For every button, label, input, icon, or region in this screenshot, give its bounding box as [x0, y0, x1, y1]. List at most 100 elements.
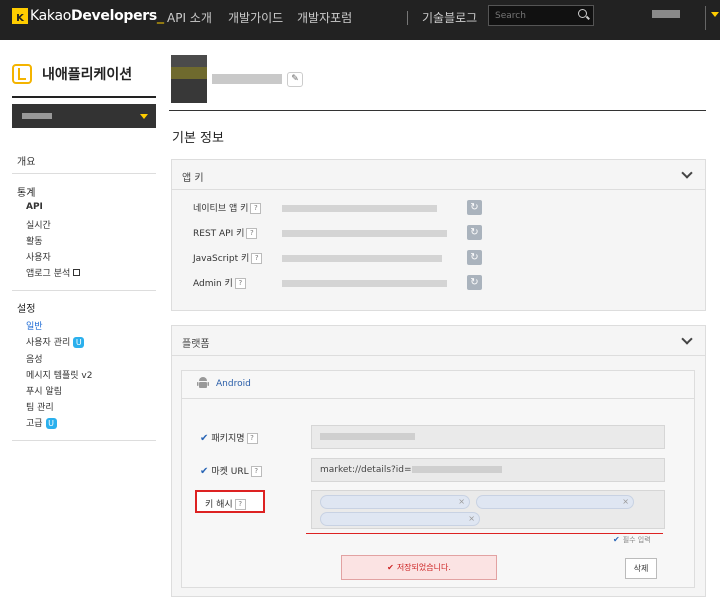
nav-tech-blog[interactable]: 기술블로그 [422, 9, 477, 26]
sidebar-item-user-mgmt-label: 사용자 관리 [26, 338, 71, 348]
top-navigation-bar: K KakaoDevelopers_ API 소개 개발가이드 개발자포럼 기술… [0, 0, 720, 40]
u-badge: U [45, 418, 57, 429]
native-app-key-text: 네이티브 앱 키 [193, 204, 249, 214]
sidebar-item-applog-label: 앱로그 분석 [26, 269, 71, 279]
admin-key-text: Admin 키 [193, 279, 233, 289]
app-selector-dropdown[interactable] [12, 104, 156, 128]
chevron-down-icon [140, 114, 148, 119]
nav-dev-forum[interactable]: 개발자포럼 [297, 9, 352, 26]
help-icon[interactable]: ? [250, 203, 262, 214]
delete-button[interactable]: 삭제 [625, 558, 657, 579]
sidebar-item-overview[interactable]: 개요 [17, 153, 35, 168]
external-link-icon [73, 269, 81, 276]
sidebar-item-advanced-label: 고급 [26, 419, 43, 429]
platform-divider [181, 398, 695, 399]
package-name-redacted [320, 433, 415, 440]
saved-toast: ✔ 저장되었습니다. [341, 555, 497, 580]
help-icon[interactable]: ? [251, 253, 263, 264]
help-icon[interactable]: ? [234, 499, 246, 510]
user-name-redacted[interactable] [652, 10, 680, 18]
javascript-key-text: JavaScript 키 [193, 254, 250, 264]
nav-divider [407, 11, 408, 25]
app-keys-panel-header[interactable]: 앱 키 [172, 160, 705, 190]
market-url-label: ✔ 마켓 URL? [200, 464, 262, 477]
logo-suffix: _ [156, 8, 164, 24]
required-note: ✔ 필수 입력 [613, 535, 651, 545]
rest-api-key-text: REST API 키 [193, 229, 245, 239]
user-divider [705, 6, 706, 30]
nav-api-intro[interactable]: API 소개 [167, 9, 212, 26]
package-name-label: ✔ 패키지명? [200, 431, 258, 444]
sidebar-item-team[interactable]: 팀 관리 [26, 400, 54, 413]
check-icon: ✔ [387, 563, 394, 572]
sidebar-divider [12, 440, 156, 441]
refresh-icon[interactable]: ↻ [467, 275, 482, 290]
check-icon: ✔ [613, 535, 620, 544]
key-hash-tag-input[interactable]: × × × [311, 490, 665, 529]
key-hash-tag[interactable]: × [320, 495, 470, 509]
logo-text-light: Kakao [30, 8, 72, 24]
sidebar-item-api[interactable]: API [26, 202, 43, 212]
nav-dev-guide[interactable]: 개발가이드 [228, 9, 283, 26]
key-hash-label: 키 해시? [195, 490, 265, 513]
admin-key-label: Admin 키? [193, 276, 246, 289]
sidebar-title: 내애플리케이션 [42, 67, 133, 83]
app-keys-panel: 앱 키 네이티브 앱 키? ↻ REST API 키? ↻ JavaScript… [171, 159, 706, 311]
close-icon[interactable]: × [458, 497, 465, 506]
sidebar-item-realtime[interactable]: 실시간 [26, 218, 51, 231]
sidebar-head-stats: 통계 [17, 188, 36, 199]
u-badge: U [73, 337, 85, 348]
sidebar-item-general[interactable]: 일반 [26, 319, 43, 332]
sidebar-divider [12, 173, 156, 174]
package-name-field[interactable] [311, 425, 665, 449]
key-hash-text: 키 해시 [205, 500, 233, 510]
refresh-icon[interactable]: ↻ [467, 225, 482, 240]
logo-text-bold: Developers [71, 8, 157, 24]
sidebar-title-underline [12, 96, 156, 98]
package-name-text: 패키지명 [211, 434, 245, 444]
sidebar-item-applog[interactable]: 앱로그 분석 [26, 266, 81, 279]
sidebar-item-voice[interactable]: 음성 [26, 352, 43, 365]
refresh-icon[interactable]: ↻ [467, 200, 482, 215]
user-menu-caret-icon[interactable] [711, 12, 719, 17]
market-url-value: market://details?id= [320, 465, 412, 475]
app-name-redacted [22, 113, 52, 119]
close-icon[interactable]: × [468, 514, 475, 523]
key-hash-tag[interactable]: × [476, 495, 634, 509]
sidebar-item-advanced[interactable]: 고급 U [26, 416, 57, 429]
android-icon [197, 377, 209, 388]
sidebar-head-settings: 설정 [17, 304, 36, 315]
sidebar-item-message-template[interactable]: 메시지 템플릿 v2 [26, 368, 92, 381]
app-icon [12, 64, 32, 84]
check-icon: ✔ [200, 433, 209, 444]
market-url-redacted [411, 466, 502, 473]
edit-app-name-button[interactable]: ✎ [287, 72, 303, 87]
close-icon[interactable]: × [622, 497, 629, 506]
help-icon[interactable]: ? [246, 433, 258, 444]
sidebar-divider [12, 290, 156, 291]
market-url-field[interactable]: market://details?id= [311, 458, 665, 482]
kakao-developers-logo[interactable]: K KakaoDevelopers_ [12, 8, 164, 24]
platform-name: Android [216, 379, 251, 389]
admin-key-value [282, 280, 447, 287]
native-app-key-value [282, 205, 437, 212]
sidebar-item-push[interactable]: 푸시 알림 [26, 384, 62, 397]
search-icon[interactable] [578, 9, 587, 18]
help-icon[interactable]: ? [234, 278, 246, 289]
sidebar-item-users[interactable]: 사용자 [26, 250, 51, 263]
key-hash-tag[interactable]: × [320, 512, 480, 526]
sidebar-item-activity[interactable]: 활동 [26, 234, 43, 247]
app-name-redacted [212, 74, 282, 84]
help-icon[interactable]: ? [250, 466, 262, 477]
sidebar-item-user-mgmt[interactable]: 사용자 관리 U [26, 335, 85, 348]
help-icon[interactable]: ? [246, 228, 258, 239]
header-divider [169, 110, 706, 111]
check-icon: ✔ [200, 466, 209, 477]
platform-panel-header[interactable]: 플랫폼 [172, 326, 705, 356]
javascript-key-value [282, 255, 442, 262]
rest-api-key-value [282, 230, 447, 237]
key-hash-underline [306, 533, 663, 534]
javascript-key-label: JavaScript 키? [193, 251, 263, 264]
refresh-icon[interactable]: ↻ [467, 250, 482, 265]
native-app-key-label: 네이티브 앱 키? [193, 201, 262, 214]
